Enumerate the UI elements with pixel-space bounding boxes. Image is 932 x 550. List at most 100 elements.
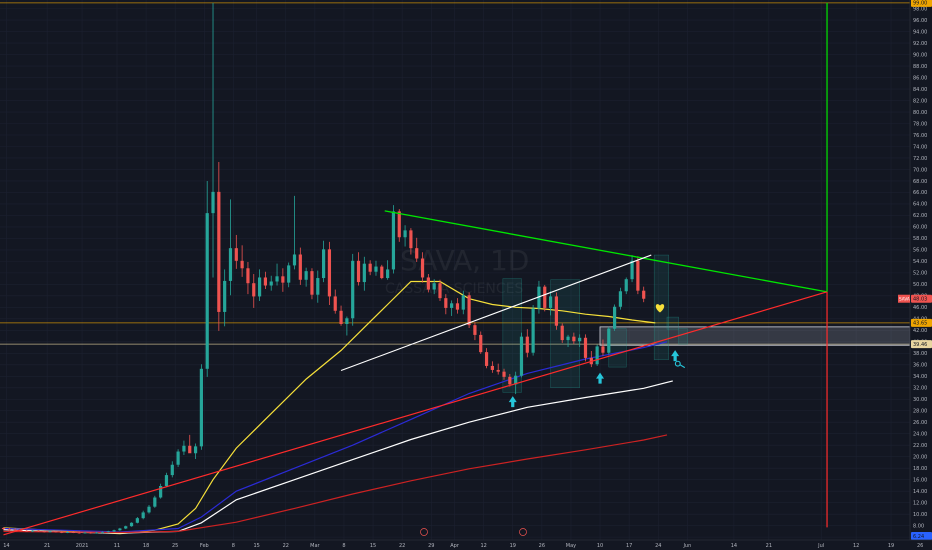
candle-body[interactable] <box>327 249 332 297</box>
candle-body[interactable] <box>275 276 279 282</box>
candle-body[interactable] <box>147 506 151 513</box>
candle-body[interactable] <box>246 268 250 284</box>
candle-body[interactable] <box>595 346 599 365</box>
candle-body[interactable] <box>252 283 256 297</box>
candle-body[interactable] <box>298 254 302 280</box>
candle-body[interactable] <box>345 318 349 324</box>
candle-body[interactable] <box>426 277 430 290</box>
candle-body[interactable] <box>36 530 41 532</box>
candle-body[interactable] <box>188 445 192 454</box>
candle-body[interactable] <box>409 230 413 249</box>
candle-body[interactable] <box>304 271 308 280</box>
candle-body[interactable] <box>71 531 75 533</box>
candle-body[interactable] <box>7 529 11 530</box>
candle-body[interactable] <box>83 532 87 534</box>
candle-body[interactable] <box>572 336 576 342</box>
candle-body[interactable] <box>25 530 29 532</box>
candle-body[interactable] <box>287 265 291 283</box>
candle-body[interactable] <box>217 191 221 312</box>
candle-body[interactable] <box>182 445 186 452</box>
candle-body[interactable] <box>380 266 384 279</box>
candle-body[interactable] <box>333 296 337 311</box>
candle-body[interactable] <box>153 497 157 507</box>
candle-body[interactable] <box>642 290 646 299</box>
candle-body[interactable] <box>112 530 116 532</box>
candle-body[interactable] <box>310 271 314 295</box>
candle-body[interactable] <box>129 522 134 527</box>
candle-body[interactable] <box>455 303 460 310</box>
candle-body[interactable] <box>60 531 64 533</box>
candle-body[interactable] <box>438 283 442 299</box>
candle-body[interactable] <box>548 296 553 308</box>
candle-body[interactable] <box>543 286 547 308</box>
candle-body[interactable] <box>48 531 52 533</box>
candle-body[interactable] <box>444 298 448 308</box>
candle-body[interactable] <box>223 280 227 312</box>
candle-body[interactable] <box>54 531 58 533</box>
candle-body[interactable] <box>525 336 529 353</box>
candle-body[interactable] <box>141 512 145 519</box>
candle-body[interactable] <box>339 310 343 324</box>
candle-body[interactable] <box>95 532 99 534</box>
candle-body[interactable] <box>607 328 611 353</box>
candle-body[interactable] <box>164 475 169 486</box>
candle-body[interactable] <box>281 276 285 283</box>
candle-body[interactable] <box>1 527 6 530</box>
candle-body[interactable] <box>106 531 110 533</box>
candle-body[interactable] <box>601 346 605 353</box>
candle-body[interactable] <box>292 254 297 266</box>
candle-body[interactable] <box>397 211 401 238</box>
candle-body[interactable] <box>124 526 128 529</box>
candle-body[interactable] <box>316 278 320 295</box>
candle-body[interactable] <box>391 211 396 270</box>
candle-body[interactable] <box>374 266 378 272</box>
price-zone-rectangle[interactable] <box>599 326 911 346</box>
candle-body[interactable] <box>636 260 640 291</box>
candle-body[interactable] <box>578 337 582 342</box>
candle-body[interactable] <box>89 532 93 534</box>
candle-body[interactable] <box>467 295 471 326</box>
candle-body[interactable] <box>613 306 617 329</box>
candle-body[interactable] <box>118 528 122 531</box>
candle-body[interactable] <box>624 279 628 292</box>
candle-body[interactable] <box>240 260 244 269</box>
candle-body[interactable] <box>560 325 564 341</box>
candle-body[interactable] <box>386 269 390 279</box>
candle-body[interactable] <box>473 325 477 335</box>
candle-body[interactable] <box>583 337 588 358</box>
candle-body[interactable] <box>496 369 500 372</box>
candle-body[interactable] <box>176 451 180 465</box>
candle-body[interactable] <box>31 530 35 532</box>
candle-body[interactable] <box>368 263 372 272</box>
candle-body[interactable] <box>135 518 139 523</box>
candle-body[interactable] <box>554 296 558 326</box>
candle-body[interactable] <box>432 283 436 290</box>
candle-body[interactable] <box>502 371 506 377</box>
candle-body[interactable] <box>199 368 203 447</box>
candle-body[interactable] <box>211 191 215 214</box>
candle-body[interactable] <box>13 529 17 531</box>
candle-body[interactable] <box>263 277 267 286</box>
candle-body[interactable] <box>450 303 454 308</box>
candle-body[interactable] <box>351 260 355 319</box>
candle-body[interactable] <box>193 446 198 454</box>
candle-body[interactable] <box>420 258 425 278</box>
candle-body[interactable] <box>415 248 419 259</box>
candle-body[interactable] <box>566 336 570 341</box>
candle-body[interactable] <box>403 230 407 238</box>
candle-body[interactable] <box>618 291 623 307</box>
price-chart[interactable]: SAVA, 1D CASSAVA SCIENCES 98.0096.0094.0… <box>0 0 932 550</box>
candle-body[interactable] <box>257 277 262 297</box>
candle-body[interactable] <box>228 248 233 281</box>
candle-body[interactable] <box>479 334 483 353</box>
candle-body[interactable] <box>490 365 494 370</box>
candle-body[interactable] <box>461 295 465 310</box>
candle-body[interactable] <box>519 336 524 376</box>
candle-body[interactable] <box>356 260 361 283</box>
candle-body[interactable] <box>65 531 70 533</box>
candle-body[interactable] <box>508 376 512 385</box>
candle-body[interactable] <box>269 281 273 286</box>
candle-body[interactable] <box>42 531 46 533</box>
candle-body[interactable] <box>77 532 81 534</box>
candle-body[interactable] <box>100 531 105 533</box>
